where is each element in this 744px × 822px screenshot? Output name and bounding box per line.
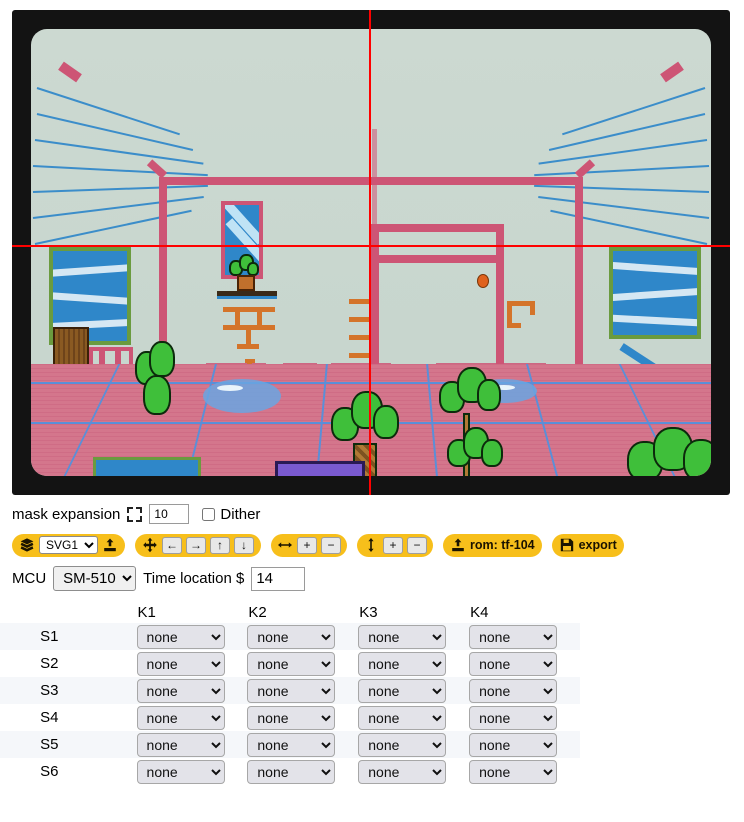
width-decrease-button[interactable]: − — [321, 536, 341, 554]
rom-button[interactable]: rom: tf-104 — [443, 533, 542, 557]
height-group: + − — [357, 533, 433, 557]
matrix-row-label-s3: S3 — [40, 682, 59, 699]
matrix-col-header-k1: K1 — [137, 604, 156, 621]
upload-icon — [450, 537, 466, 553]
matrix-select-s6-k2[interactable]: none — [247, 759, 336, 784]
upload-icon[interactable] — [102, 537, 118, 553]
matrix-row-label-s4: S4 — [40, 709, 59, 726]
table-row: S2 none none none none — [0, 650, 580, 677]
matrix-select-s1-k1[interactable]: none — [136, 624, 225, 649]
lcd-screen[interactable] — [31, 29, 711, 476]
lcd-device-frame — [12, 10, 730, 495]
table-row: S4 none none none none — [0, 704, 580, 731]
horizontal-resize-icon — [277, 537, 293, 553]
mask-expansion-row: mask expansion Dither — [0, 497, 744, 527]
lcd-scene-graphics — [31, 29, 711, 476]
matrix-select-s6-k1[interactable]: none — [136, 759, 225, 784]
matrix-header-row: K1 K2 K3 K4 — [0, 601, 580, 623]
door-knob — [477, 274, 489, 288]
table-row: S3 none none none none — [0, 677, 580, 704]
move-left-button[interactable]: ← — [162, 536, 182, 554]
right-picture — [609, 247, 701, 339]
matrix-select-s2-k1[interactable]: none — [136, 651, 225, 676]
matrix-select-s2-k2[interactable]: none — [247, 651, 336, 676]
rom-button-label: rom: tf-104 — [470, 538, 535, 552]
matrix-select-s6-k3[interactable]: none — [358, 759, 447, 784]
matrix-select-s4-k4[interactable]: none — [469, 705, 558, 730]
palm-right — [439, 367, 503, 423]
matrix-select-s1-k2[interactable]: none — [247, 624, 336, 649]
width-increase-button[interactable]: + — [297, 536, 317, 554]
height-decrease-button[interactable]: − — [407, 536, 427, 554]
bush-left — [135, 341, 181, 421]
dither-label: Dither — [220, 505, 261, 523]
export-button[interactable]: export — [551, 533, 624, 557]
matrix-select-s3-k4[interactable]: none — [469, 678, 558, 703]
matrix-row-label-s2: S2 — [40, 655, 59, 672]
matrix-select-s5-k4[interactable]: none — [469, 732, 558, 757]
table-row: S5 none none none none — [0, 731, 580, 758]
time-location-label: Time location $ — [143, 570, 245, 587]
table-row: S6 none none none none — [0, 758, 580, 785]
matrix-col-header-k4: K4 — [470, 604, 489, 621]
matrix-select-s4-k1[interactable]: none — [136, 705, 225, 730]
matrix-select-s3-k1[interactable]: none — [136, 678, 225, 703]
matrix-select-s1-k3[interactable]: none — [358, 624, 447, 649]
matrix-row-label-s6: S6 — [40, 763, 59, 780]
dither-checkbox[interactable] — [202, 507, 216, 521]
crosshair-vertical — [369, 10, 371, 495]
segment-matrix-table: K1 K2 K3 K4 S1 none none none none S2 no… — [0, 601, 580, 785]
move-group: ← → ↑ ↓ — [135, 533, 261, 557]
layer-group: SVG1 — [12, 533, 125, 557]
save-disk-icon — [559, 537, 575, 553]
layers-icon — [19, 537, 35, 553]
move-up-button[interactable]: ↑ — [210, 536, 230, 554]
export-button-label: export — [578, 538, 617, 552]
preview-area[interactable] — [0, 0, 744, 497]
matrix-select-s2-k4[interactable]: none — [469, 651, 558, 676]
move-down-button[interactable]: ↓ — [234, 536, 254, 554]
width-group: + − — [271, 533, 347, 557]
expand-corners-icon[interactable] — [127, 506, 143, 522]
mask-expansion-label: mask expansion — [12, 505, 121, 523]
table-row: S1 none none none none — [0, 623, 580, 650]
matrix-row-label-s5: S5 — [40, 736, 59, 753]
move-right-button[interactable]: → — [186, 536, 206, 554]
vertical-resize-icon — [363, 537, 379, 553]
height-increase-button[interactable]: + — [383, 536, 403, 554]
mask-expansion-input[interactable] — [149, 504, 190, 524]
matrix-select-s5-k3[interactable]: none — [358, 732, 447, 757]
matrix-select-s5-k1[interactable]: none — [136, 732, 225, 757]
palm-center — [331, 391, 401, 451]
mcu-row: MCU SM-510 Time location $ — [0, 557, 744, 591]
mcu-select[interactable]: SM-510 — [53, 566, 137, 591]
matrix-select-s6-k4[interactable]: none — [469, 759, 558, 784]
move-arrows-icon — [142, 537, 158, 553]
matrix-select-s4-k3[interactable]: none — [358, 705, 447, 730]
mcu-label: MCU — [12, 570, 47, 587]
matrix-col-header-k2: K2 — [248, 604, 267, 621]
svg-layer-select[interactable]: SVG1 — [39, 536, 98, 554]
matrix-corner-cell — [0, 601, 137, 623]
svg-toolbar: SVG1 ← → ↑ ↓ + − + − rom: tf-104 export — [0, 527, 744, 557]
matrix-select-s4-k2[interactable]: none — [247, 705, 336, 730]
matrix-select-s2-k3[interactable]: none — [358, 651, 447, 676]
matrix-select-s1-k4[interactable]: none — [469, 624, 558, 649]
bush-right-corner — [627, 427, 711, 476]
time-location-input[interactable] — [251, 566, 306, 591]
matrix-select-s5-k2[interactable]: none — [247, 732, 336, 757]
matrix-select-s3-k3[interactable]: none — [358, 678, 447, 703]
matrix-select-s3-k2[interactable]: none — [247, 678, 336, 703]
matrix-row-label-s1: S1 — [40, 628, 59, 645]
crosshair-horizontal — [12, 245, 730, 247]
matrix-col-header-k3: K3 — [359, 604, 378, 621]
